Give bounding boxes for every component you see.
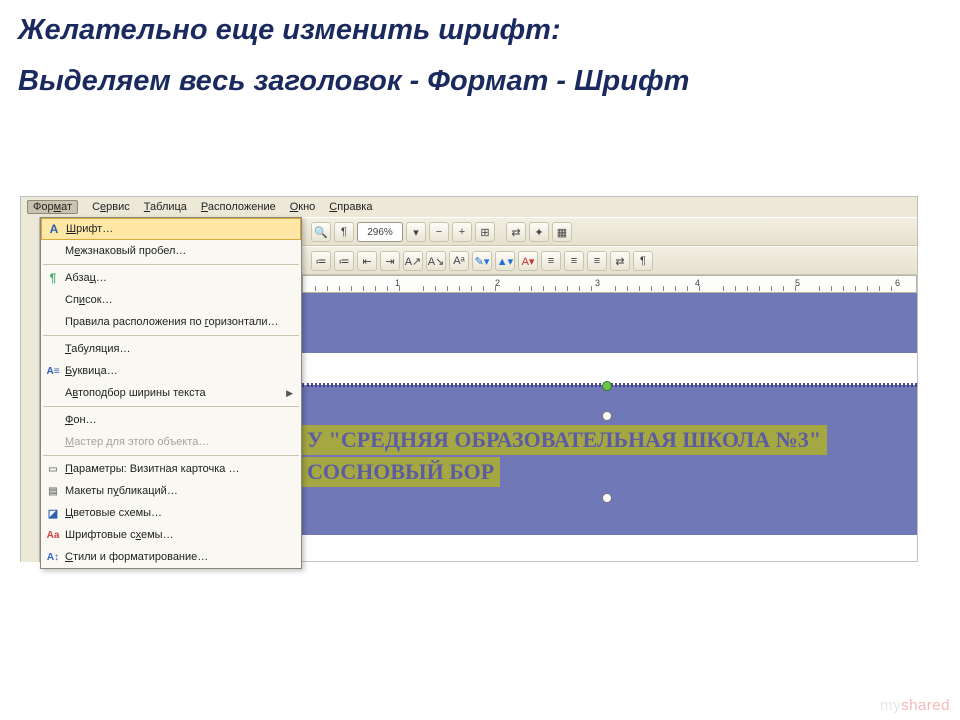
paragraph-icon[interactable]: ¶ bbox=[633, 251, 653, 271]
rotate-handle-icon[interactable] bbox=[602, 381, 612, 391]
font-size-icon[interactable]: Aᵃ bbox=[449, 251, 469, 271]
watermark: myshared bbox=[880, 697, 950, 714]
pilcrow-icon[interactable]: ¶ bbox=[334, 222, 354, 242]
selected-text-line-1[interactable]: У "СРЕДНЯЯ ОБРАЗОВАТЕЛЬНАЯ ШКОЛА №3" bbox=[302, 425, 827, 455]
dd-horizontal-rules[interactable]: Правила расположения по горизонтали… bbox=[41, 311, 301, 333]
align-center-icon[interactable]: ≡ bbox=[564, 251, 584, 271]
blue-region-main: У "СРЕДНЯЯ ОБРАЗОВАТЕЛЬНАЯ ШКОЛА №3" СОС… bbox=[302, 385, 917, 535]
effects-icon[interactable]: ✦ bbox=[529, 222, 549, 242]
dd-wizard: Мастер для этого объекта… bbox=[41, 431, 301, 453]
document-canvas[interactable]: У "СРЕДНЯЯ ОБРАЗОВАТЕЛЬНАЯ ШКОЛА №3" СОС… bbox=[302, 293, 917, 561]
watermark-pre: my bbox=[880, 697, 901, 714]
layouts-icon: ▤ bbox=[41, 480, 65, 502]
blank-icon bbox=[41, 240, 65, 262]
dd-font-schemes[interactable]: Aа Шрифтовые схемы… bbox=[41, 524, 301, 546]
dd-char-spacing[interactable]: Межзнаковый пробел… bbox=[41, 240, 301, 262]
separator bbox=[43, 335, 299, 336]
zoom-dropdown-icon[interactable]: ▾ bbox=[406, 222, 426, 242]
font-color-icon[interactable]: A▾ bbox=[518, 251, 538, 271]
pilcrow-dd-icon: ¶ bbox=[41, 267, 65, 289]
dd-styles[interactable]: A↕ Стили и форматирование… bbox=[41, 546, 301, 568]
dd-font[interactable]: A Шрифт… bbox=[41, 218, 301, 240]
zoom-combo[interactable]: 296% bbox=[357, 222, 403, 242]
rtl-icon[interactable]: A↘ bbox=[426, 251, 446, 271]
separator bbox=[43, 264, 299, 265]
selected-text-line-2[interactable]: СОСНОВЫЙ БОР bbox=[302, 457, 500, 487]
dd-dropcap[interactable]: A≡ Буквица… bbox=[41, 360, 301, 382]
resize-handle-top[interactable] bbox=[602, 411, 612, 421]
slide-heading-1: Желательно еще изменить шрифт: bbox=[0, 0, 960, 53]
font-a-icon: A bbox=[42, 218, 66, 240]
blank-icon bbox=[41, 431, 65, 453]
blank-icon bbox=[41, 338, 65, 360]
slide-heading-2: Выделяем весь заголовок - Формат - Шрифт bbox=[0, 53, 960, 99]
zoom-fit-icon[interactable]: ⊞ bbox=[475, 222, 495, 242]
menubar[interactable]: Формат Сервис Таблица Расположение Окно … bbox=[21, 197, 917, 217]
blank-icon bbox=[41, 289, 65, 311]
menu-format[interactable]: Формат bbox=[27, 200, 78, 214]
dd-background[interactable]: Фон… bbox=[41, 409, 301, 431]
dd-options-card[interactable]: ▭ Параметры: Визитная карточка … bbox=[41, 458, 301, 480]
submenu-arrow-icon: ▶ bbox=[286, 388, 293, 399]
separator bbox=[43, 406, 299, 407]
fill-icon[interactable]: ✎▾ bbox=[472, 251, 492, 271]
line-icon[interactable]: ▲▾ bbox=[495, 251, 515, 271]
dd-list[interactable]: Список… bbox=[41, 289, 301, 311]
separator bbox=[43, 455, 299, 456]
blue-region-top bbox=[302, 293, 917, 353]
menu-service[interactable]: Сервис bbox=[92, 201, 130, 213]
menu-arrange[interactable]: Расположение bbox=[201, 201, 276, 213]
dd-pub-layouts[interactable]: ▤ Макеты публикаций… bbox=[41, 480, 301, 502]
gap-region bbox=[302, 353, 917, 385]
styles-icon: A↕ bbox=[41, 546, 65, 568]
link-icon[interactable]: ⇄ bbox=[506, 222, 526, 242]
card-icon: ▭ bbox=[41, 458, 65, 480]
dd-tabs[interactable]: Табуляция… bbox=[41, 338, 301, 360]
bullets-icon[interactable]: ≔ bbox=[311, 251, 331, 271]
blank-icon bbox=[41, 311, 65, 333]
horizontal-ruler[interactable]: 1 2 3 4 5 6 bbox=[302, 275, 917, 293]
format-dropdown[interactable]: A Шрифт… Межзнаковый пробел… ¶ Абзац… Сп… bbox=[40, 217, 302, 569]
menu-help[interactable]: Справка bbox=[329, 201, 372, 213]
numbering-icon[interactable]: ≔ bbox=[334, 251, 354, 271]
resize-handle-bottom[interactable] bbox=[602, 493, 612, 503]
columns-icon[interactable]: ⇄ bbox=[610, 251, 630, 271]
zoom-in-icon[interactable]: + bbox=[452, 222, 472, 242]
font-scheme-icon: Aа bbox=[41, 524, 65, 546]
left-icon-strip bbox=[21, 217, 40, 562]
ruler-ticks: 1 2 3 4 5 6 bbox=[303, 276, 916, 292]
dropcap-icon: A≡ bbox=[41, 360, 65, 382]
align-right-icon[interactable]: ≡ bbox=[587, 251, 607, 271]
watermark-red: shared bbox=[901, 697, 950, 714]
align-left-icon[interactable]: ≡ bbox=[541, 251, 561, 271]
indent-icon[interactable]: ⇥ bbox=[380, 251, 400, 271]
blank-icon bbox=[41, 409, 65, 431]
grid-icon[interactable]: ▦ bbox=[552, 222, 572, 242]
color-scheme-icon: ◪ bbox=[41, 502, 65, 524]
ltr-icon[interactable]: A↗ bbox=[403, 251, 423, 271]
menu-table[interactable]: Таблица bbox=[144, 201, 187, 213]
find-icon[interactable]: 🔍 bbox=[311, 222, 331, 242]
menu-window[interactable]: Окно bbox=[290, 201, 316, 213]
app-screenshot: Формат Сервис Таблица Расположение Окно … bbox=[20, 196, 918, 562]
dd-autofit[interactable]: Автоподбор ширины текста ▶ bbox=[41, 382, 301, 404]
zoom-out-icon[interactable]: − bbox=[429, 222, 449, 242]
dd-paragraph[interactable]: ¶ Абзац… bbox=[41, 267, 301, 289]
outdent-icon[interactable]: ⇤ bbox=[357, 251, 377, 271]
blank-icon bbox=[41, 382, 65, 404]
dd-color-schemes[interactable]: ◪ Цветовые схемы… bbox=[41, 502, 301, 524]
